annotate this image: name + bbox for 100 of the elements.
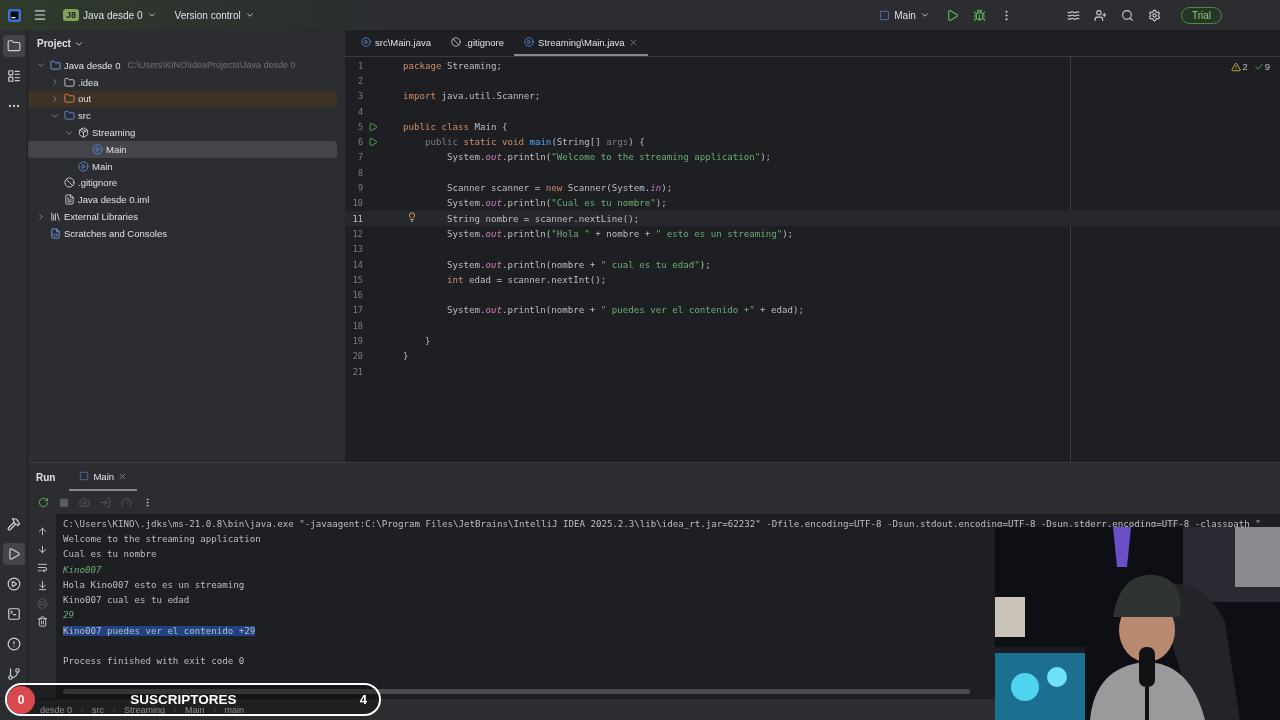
line-number: 5 [356,121,363,132]
class-icon [524,37,535,47]
chevron-right-icon[interactable] [50,77,60,88]
line-number: 11 [351,213,363,224]
app-logo-icon[interactable] [8,8,21,22]
tree-item-label: out [78,93,92,105]
tree-item[interactable]: Scratches and Consoles [28,224,337,242]
tree-item-label: Java desde 0 [64,59,121,71]
package-icon [78,127,89,139]
console-line: C:\Users\KINO\.jdks\ms-21.0.8\bin\java.exe "-javaagent:C:\Program Files\JetBrains\IntelliJ IDEA 2025.2.3\lib\idea_rt.jar=62232" -Dfile.encoding=UTF-8 -Dsun.stdout.encoding=UTF-8 -Dsun.stderr.encoding=UTF-8 -classpath " [63,518,1261,529]
code-line: System.out.println(nombre + " cual es tu edad"); [446,259,711,270]
code-line: System.out.println("Hola " + nombre + " esto es un streaming"); [446,228,794,239]
breadcrumb[interactable]: Streaming [124,704,166,715]
tree-item[interactable]: Java desde 0.iml [28,191,337,209]
tree-item[interactable]: out [28,90,337,108]
tree-item-label: .idea [78,76,99,88]
line-number: 20 [351,351,363,362]
lightbulb-icon[interactable] [407,211,417,222]
line-number: 3 [356,91,363,102]
scratches-icon [50,227,61,239]
checks-count[interactable]: 9 [1253,61,1270,72]
code-line: } [425,336,431,346]
code-line: System.out.println(nombre + " puedes ver el contenido +" + edad); [446,305,805,316]
tree-item[interactable]: Main [28,141,337,158]
code-line: String nombre = scanner.nextLine(); [446,213,640,224]
line-number: 2 [356,75,363,86]
chevron-down-icon[interactable] [919,10,930,20]
line-number: 19 [351,336,363,346]
editor-tab[interactable]: .gitignore [440,30,515,56]
tree-item-label: .gitignore [78,177,118,189]
window-icon [79,471,90,481]
tree-item[interactable]: External Libraries [28,208,337,225]
console-line: 29 [63,610,74,621]
line-number: 9 [356,183,363,193]
tree-item[interactable]: Streaming [28,124,337,141]
line-number: 17 [351,305,363,316]
subscriber-label: SUSCRIPTORES [130,692,237,707]
line-number: 21 [351,366,363,377]
project-panel-title[interactable]: Project [37,38,84,49]
run-icon[interactable] [368,121,378,132]
close-icon[interactable] [118,471,128,481]
breadcrumb[interactable]: desde 0 [40,704,73,715]
line-number: 15 [351,274,363,285]
tree-item[interactable]: Main [28,157,337,175]
code-line: System.out.println("Cual es tu nombre"); [446,198,667,209]
project-selector[interactable]: J8 Java desde 0 [59,6,161,24]
folder-icon[interactable] [2,35,25,57]
console-line: Hola Kino007 esto es un streaming [63,579,245,590]
code-line: import java.util.Scanner; [403,91,541,102]
tree-item-label: src [78,110,91,122]
code-line: Scanner scanner = new Scanner(System.in); [446,183,673,193]
line-number: 7 [356,152,363,163]
warnings-count[interactable]: 2 [1231,61,1248,72]
console-line: Kino007 cual es tu edad [63,595,190,606]
code-line: System.out.println("Welcome to the streaming application"); [446,152,772,163]
tree-item-label: Scratches and Consoles [64,227,167,239]
check-icon [1253,61,1264,72]
tree-item[interactable]: .gitignore [28,174,337,192]
breadcrumb[interactable]: main [224,704,245,715]
version-control-menu[interactable]: Version control [170,6,259,24]
path-text: C:\Users\KINO\IdeaProjects\Java desde 0 [127,60,296,71]
run-panel-title: Run [36,471,56,483]
folder-icon [64,76,75,88]
line-number: 8 [356,167,363,178]
close-icon[interactable] [628,37,638,47]
class-icon [78,160,89,172]
class-icon [361,37,371,47]
warning-icon [1231,61,1242,72]
tree-item-label: Main [92,160,113,172]
chevron-down-icon[interactable] [244,10,255,20]
run-icon[interactable] [2,543,25,565]
library-icon [50,211,61,223]
folder-icon [64,93,75,105]
console-line: Cual es tu nombre [63,549,157,560]
breadcrumb[interactable]: src [92,704,105,715]
console-line: Welcome to the streaming application [63,533,261,544]
editor-tab[interactable]: src\Main.java [351,30,441,56]
line-number: 1 [356,60,363,71]
chevron-right-icon[interactable] [50,94,60,104]
code-line: } [403,351,409,362]
tree-item-label: Main [106,143,127,155]
line-number: 12 [351,228,363,239]
rerun-icon[interactable] [36,495,51,510]
chevron-down-icon[interactable] [146,10,157,20]
tree-item[interactable]: .idea [28,73,337,91]
line-number: 16 [351,290,363,301]
class-icon [92,143,103,155]
tree-item[interactable]: Java desde 0 C:\Users\KINO\IdeaProjects\Java desde 0 [28,57,337,74]
breadcrumb[interactable]: Main [185,704,205,715]
module-folder-icon [50,59,61,71]
ignore-file-icon [450,37,461,47]
run-configuration-selector[interactable]: Main [875,6,934,24]
tree-item[interactable]: src [28,107,337,125]
chevron-right-icon[interactable] [36,211,46,222]
trial-button[interactable]: Trial [1180,6,1222,24]
line-number: 6 [356,137,363,148]
run-icon[interactable] [368,137,378,148]
tree-item-label: Java desde 0.iml [78,194,150,206]
line-number: 10 [351,198,363,209]
ignore-file-icon [64,177,75,189]
